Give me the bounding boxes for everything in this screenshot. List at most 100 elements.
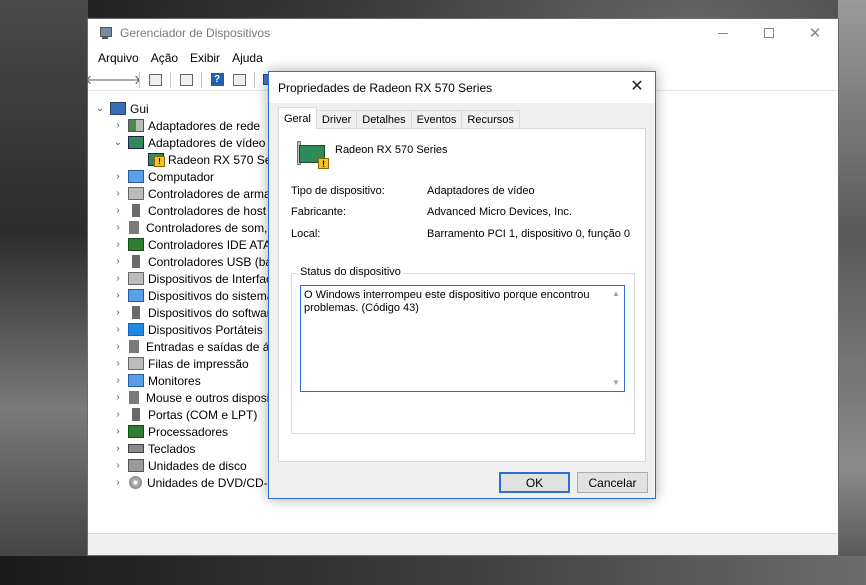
tree-item-label: Processadores — [148, 424, 229, 439]
desktop-wallpaper-left — [0, 0, 88, 585]
tree-item-label: Dispositivos do sistema — [148, 288, 274, 303]
expand-chevron-icon[interactable]: › — [112, 443, 124, 454]
minimize-button[interactable] — [700, 19, 746, 47]
expand-chevron-icon[interactable]: › — [112, 188, 124, 199]
ok-button[interactable]: OK — [499, 472, 570, 493]
collapse-chevron-icon[interactable]: ⌄ — [94, 103, 106, 114]
toolbar-separator — [254, 71, 255, 88]
tree-item-label: Unidades de DVD/CD-R — [147, 475, 277, 490]
tree-item-label: Controladores de som, v — [146, 220, 277, 235]
tree-item-label: Controladores de host — [148, 203, 267, 218]
properties-button[interactable] — [176, 71, 196, 89]
dialog-titlebar[interactable]: Propriedades de Radeon RX 570 Series ✕ — [269, 72, 655, 103]
ports-icon — [132, 408, 140, 421]
tab-detalhes[interactable]: Detalhes — [356, 110, 412, 129]
expand-chevron-icon[interactable]: › — [112, 239, 124, 250]
dvd-drive-icon — [129, 476, 142, 489]
tree-root-label: Gui — [130, 101, 149, 116]
forward-arrow-icon: 🡒 — [106, 71, 142, 87]
menu-ajuda[interactable]: Ajuda — [226, 51, 269, 65]
manufacturer-value: Advanced Micro Devices, Inc. — [427, 206, 572, 218]
expand-chevron-icon[interactable]: › — [112, 256, 124, 267]
tree-item-label: Mouse e outros disposit — [146, 390, 273, 405]
console-tree-icon — [148, 73, 162, 86]
collapse-chevron-icon[interactable]: ⌄ — [112, 137, 124, 148]
software-devices-icon — [132, 306, 140, 319]
tab-driver[interactable]: Driver — [315, 110, 358, 129]
maximize-button[interactable] — [746, 19, 792, 47]
tree-item-label: Adaptadores de rede — [148, 118, 261, 133]
close-button[interactable]: ✕ — [792, 19, 838, 47]
toolbar-separator — [139, 71, 140, 88]
menu-arquivo[interactable]: Arquivo — [92, 51, 145, 65]
manufacturer-label: Fabricante: — [291, 206, 347, 218]
computer-icon — [128, 170, 144, 183]
properties-dialog: Propriedades de Radeon RX 570 Series ✕ G… — [268, 71, 656, 499]
tree-item-label: Entradas e saídas de áud — [146, 339, 283, 354]
expand-chevron-icon[interactable]: › — [112, 341, 124, 352]
tree-item-label: Dispositivos de Interface — [148, 271, 279, 286]
expand-chevron-icon[interactable]: › — [112, 392, 124, 403]
tree-item-label: Unidades de disco — [148, 458, 247, 473]
system-devices-icon — [128, 289, 144, 302]
expand-chevron-icon[interactable]: › — [112, 273, 124, 284]
device-type-value: Adaptadores de vídeo — [427, 185, 535, 197]
expand-chevron-icon[interactable]: › — [112, 460, 124, 471]
scroll-down-icon[interactable]: ▼ — [608, 377, 624, 389]
device-status-text: O Windows interrompeu este dispositivo p… — [304, 289, 590, 314]
expand-chevron-icon[interactable]: › — [112, 290, 124, 301]
tab-eventos[interactable]: Eventos — [410, 110, 463, 129]
hid-icon — [128, 272, 144, 285]
storage-controller-icon — [128, 187, 144, 200]
device-manager-titlebar[interactable]: Gerenciador de Dispositivos ✕ — [88, 19, 838, 47]
expand-chevron-icon[interactable]: › — [112, 358, 124, 369]
expand-chevron-icon[interactable]: › — [112, 426, 124, 437]
expand-chevron-icon[interactable]: › — [112, 477, 124, 488]
action-pane-icon — [232, 73, 246, 86]
dialog-close-icon[interactable]: ✕ — [629, 78, 645, 96]
network-adapter-icon — [128, 119, 144, 132]
gpu-warning-icon: ! — [297, 139, 329, 169]
dialog-title: Propriedades de Radeon RX 570 Series — [278, 80, 493, 95]
scroll-up-icon[interactable]: ▲ — [608, 288, 624, 300]
toolbar-separator — [201, 71, 202, 88]
maximize-icon — [764, 28, 774, 38]
tree-item-label: Controladores IDE ATA/ — [148, 237, 275, 252]
cancel-button[interactable]: Cancelar — [577, 472, 648, 493]
location-label: Local: — [291, 228, 321, 240]
disk-drive-icon — [128, 459, 144, 472]
device-status-textbox[interactable]: O Windows interrompeu este dispositivo p… — [300, 285, 625, 392]
tree-item-label: Teclados — [148, 441, 196, 456]
tab-recursos[interactable]: Recursos — [461, 110, 520, 129]
tree-item-label: Filas de impressão — [148, 356, 249, 371]
expand-chevron-icon[interactable]: › — [112, 205, 124, 216]
help-icon: ? — [210, 73, 224, 86]
device-type-label: Tipo de dispositivo: — [291, 185, 385, 197]
computer-root-icon — [110, 102, 126, 115]
tree-item-label: Controladores USB (bar — [148, 254, 277, 269]
expand-chevron-icon[interactable]: › — [112, 409, 124, 420]
status-scrollbar[interactable]: ▲ ▼ — [608, 286, 624, 391]
desktop-wallpaper-bottom — [0, 556, 866, 585]
expand-chevron-icon[interactable]: › — [112, 171, 124, 182]
menu-acao[interactable]: Ação — [145, 51, 184, 65]
help-button[interactable]: ? — [207, 71, 227, 89]
warning-icon: ! — [318, 158, 329, 169]
forward-button[interactable]: 🡒 — [107, 71, 142, 89]
dialog-tabs: Geral Driver Detalhes Eventos Recursos — [278, 107, 520, 129]
expand-chevron-icon[interactable]: › — [112, 222, 124, 233]
minimize-icon — [718, 32, 728, 34]
action-pane-button[interactable] — [229, 71, 249, 89]
expand-chevron-icon[interactable]: › — [112, 307, 124, 318]
device-name: Radeon RX 570 Series — [335, 144, 448, 156]
expand-chevron-icon[interactable]: › — [112, 375, 124, 386]
device-manager-icon — [98, 26, 112, 40]
tab-geral[interactable]: Geral — [278, 107, 317, 129]
expand-chevron-icon[interactable]: › — [112, 120, 124, 131]
gpu-warning-icon — [148, 153, 165, 167]
tree-item-label: Computador — [148, 169, 215, 184]
expand-chevron-icon[interactable]: › — [112, 324, 124, 335]
tree-item-label: Monitores — [148, 373, 201, 388]
menu-exibir[interactable]: Exibir — [184, 51, 226, 65]
show-hide-tree-button[interactable] — [145, 71, 165, 89]
